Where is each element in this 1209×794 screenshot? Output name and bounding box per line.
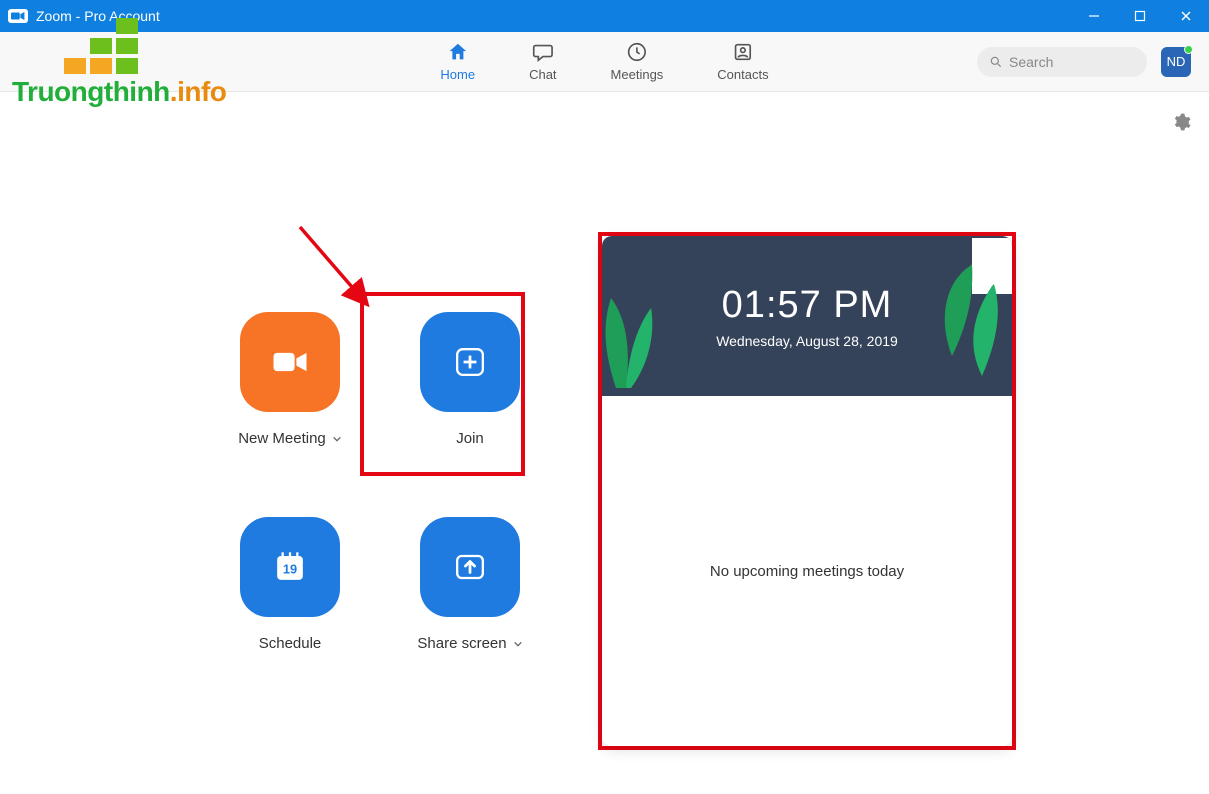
svg-text:19: 19 xyxy=(283,561,297,576)
calendar-icon: 19 xyxy=(268,545,312,589)
tab-meetings-label: Meetings xyxy=(611,67,664,82)
search-input[interactable]: Search xyxy=(977,47,1147,77)
new-meeting-cell: New Meeting xyxy=(210,312,370,447)
clock-time: 01:57 PM xyxy=(722,284,893,327)
new-meeting-button[interactable] xyxy=(240,312,340,412)
maximize-button[interactable] xyxy=(1117,0,1163,32)
chat-icon xyxy=(532,41,554,63)
share-screen-cell: Share screen xyxy=(390,517,550,652)
close-button[interactable] xyxy=(1163,0,1209,32)
tab-chat[interactable]: Chat xyxy=(529,41,556,82)
home-icon xyxy=(447,41,469,63)
gear-icon xyxy=(1171,112,1191,132)
tab-chat-label: Chat xyxy=(529,67,556,82)
join-label: Join xyxy=(456,430,484,447)
share-screen-label: Share screen xyxy=(417,635,506,652)
plant-pot-decoration-icon xyxy=(912,236,1012,386)
main-area: New Meeting Join 19 xyxy=(0,92,1209,794)
minimize-button[interactable] xyxy=(1071,0,1117,32)
chevron-down-icon[interactable] xyxy=(332,434,342,444)
schedule-button[interactable]: 19 xyxy=(240,517,340,617)
meetings-card: 01:57 PM Wednesday, August 28, 2019 No u… xyxy=(602,236,1012,746)
tab-meetings[interactable]: Meetings xyxy=(611,41,664,82)
search-placeholder: Search xyxy=(1009,54,1053,70)
tab-home-label: Home xyxy=(440,67,475,82)
watermark-logo: Truongthinh.info xyxy=(12,18,226,108)
nav-tabs: Home Chat Meetings Contacts xyxy=(440,41,768,82)
schedule-label: Schedule xyxy=(259,635,322,652)
no-meetings-text: No upcoming meetings today xyxy=(710,563,904,580)
tab-home[interactable]: Home xyxy=(440,41,475,82)
annotation-arrow xyxy=(295,222,385,322)
contacts-icon xyxy=(732,41,754,63)
share-arrow-icon xyxy=(448,545,492,589)
tab-contacts-label: Contacts xyxy=(717,67,768,82)
plus-icon xyxy=(448,340,492,384)
tab-contacts[interactable]: Contacts xyxy=(717,41,768,82)
new-meeting-label: New Meeting xyxy=(238,430,326,447)
settings-button[interactable] xyxy=(1171,112,1191,137)
watermark-blocks-icon xyxy=(64,18,226,74)
clock-date: Wednesday, August 28, 2019 xyxy=(716,333,898,349)
avatar-initials: ND xyxy=(1167,54,1186,69)
share-screen-button[interactable] xyxy=(420,517,520,617)
chevron-down-icon[interactable] xyxy=(513,639,523,649)
clock-header: 01:57 PM Wednesday, August 28, 2019 xyxy=(602,236,1012,396)
status-online-dot xyxy=(1184,45,1193,54)
watermark-text-right: .info xyxy=(170,76,227,107)
plant-decoration-icon xyxy=(602,278,666,396)
video-icon xyxy=(268,340,312,384)
window-controls xyxy=(1071,0,1209,32)
schedule-cell: 19 Schedule xyxy=(210,517,370,652)
join-cell: Join xyxy=(390,312,550,447)
join-button[interactable] xyxy=(420,312,520,412)
search-icon xyxy=(989,55,1003,69)
action-grid: New Meeting Join 19 xyxy=(210,312,550,652)
watermark-text-left: Truongthinh xyxy=(12,76,170,107)
avatar[interactable]: ND xyxy=(1161,47,1191,77)
clock-icon xyxy=(626,41,648,63)
annotation-highlight-meetings-panel: 01:57 PM Wednesday, August 28, 2019 No u… xyxy=(598,232,1016,750)
